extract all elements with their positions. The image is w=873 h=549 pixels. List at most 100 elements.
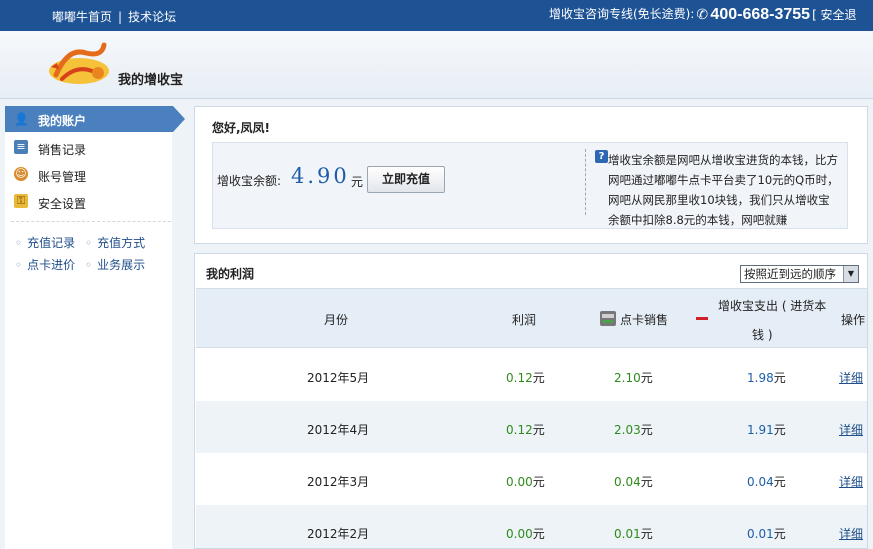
column-header-action: 操作 bbox=[841, 313, 866, 327]
cell-unit: 元 bbox=[640, 475, 653, 489]
sidebar: 👤 我的账户 ≡ 销售记录 ☺ 账号管理 ⚿ 安全设置 ◦ 充值记录 ◦ 充值方式 … bbox=[5, 106, 185, 549]
bullet-icon: ◦ bbox=[85, 236, 93, 250]
profit-title: 我的利润 bbox=[206, 267, 255, 281]
sidebar-item-label: 安全设置 bbox=[38, 197, 87, 211]
table-row: 2012年2月 0.00元 0.01元 0.01元 详细 bbox=[196, 505, 867, 548]
zengshoubao-logo bbox=[49, 42, 109, 84]
sidebar-item-account-manage[interactable]: ☺ 账号管理 bbox=[5, 163, 172, 187]
cell-month: 2012年5月 bbox=[307, 371, 370, 385]
cell-expense: 0.04 bbox=[747, 475, 774, 489]
column-header-card-sales: 点卡销售 bbox=[620, 313, 669, 327]
page-header: 我的增收宝 bbox=[0, 31, 873, 99]
cell-sales: 0.04 bbox=[614, 475, 641, 489]
bullet-icon: ◦ bbox=[15, 236, 23, 250]
table-row: 2012年3月 0.00元 0.04元 0.04元 详细 bbox=[196, 453, 867, 505]
security-settings-icon: ⚿ bbox=[14, 194, 28, 208]
cell-unit: 元 bbox=[773, 475, 786, 489]
cell-profit: 0.00 bbox=[506, 475, 533, 489]
sales-record-icon: ≡ bbox=[14, 140, 28, 154]
cell-unit: 元 bbox=[532, 527, 545, 541]
cell-unit: 元 bbox=[640, 371, 653, 385]
cell-profit: 0.00 bbox=[506, 527, 533, 541]
sidebar-link-label: 业务展示 bbox=[97, 258, 146, 272]
cell-expense: 1.91 bbox=[747, 423, 774, 437]
sidebar-link-label: 点卡进价 bbox=[27, 258, 76, 272]
nav-separator: | bbox=[118, 10, 123, 24]
balance-unit: 元 bbox=[351, 175, 364, 189]
sort-order-value: 按照近到远的顺序 bbox=[744, 267, 836, 281]
cell-unit: 元 bbox=[532, 371, 545, 385]
sidebar-link-card-price[interactable]: ◦ 点卡进价 bbox=[15, 256, 75, 273]
sidebar-item-label: 账号管理 bbox=[38, 170, 87, 184]
cell-profit: 0.12 bbox=[506, 371, 533, 385]
cash-register-icon bbox=[600, 311, 616, 326]
sidebar-link-label: 充值方式 bbox=[97, 236, 146, 250]
cell-month: 2012年3月 bbox=[307, 475, 370, 489]
cell-profit: 0.12 bbox=[506, 423, 533, 437]
cell-month: 2012年2月 bbox=[307, 527, 370, 541]
chevron-down-icon: ▼ bbox=[843, 266, 858, 282]
sidebar-item-label: 销售记录 bbox=[38, 143, 87, 157]
sidebar-item-security-settings[interactable]: ⚿ 安全设置 bbox=[5, 190, 172, 214]
sort-order-select[interactable]: 按照近到远的顺序 ▼ bbox=[740, 265, 859, 283]
minus-icon bbox=[696, 317, 708, 320]
sidebar-item-my-account[interactable]: 👤 我的账户 bbox=[5, 106, 185, 132]
sidebar-link-business-display[interactable]: ◦ 业务展示 bbox=[85, 256, 145, 273]
profit-panel: 我的利润 按照近到远的顺序 ▼ 月份 利润 点卡销售 增收宝支出 ( 进货本 钱… bbox=[194, 253, 868, 549]
sidebar-item-label: 我的账户 bbox=[38, 114, 87, 128]
cell-expense: 0.01 bbox=[747, 527, 774, 541]
active-item-background bbox=[5, 106, 173, 132]
detail-link[interactable]: 详细 bbox=[839, 473, 863, 490]
user-icon: 👤 bbox=[14, 112, 29, 126]
detail-link[interactable]: 详细 bbox=[839, 525, 863, 542]
cell-month: 2012年4月 bbox=[307, 423, 370, 437]
table-row: 2012年4月 0.12元 2.03元 1.91元 详细 bbox=[196, 401, 867, 453]
cell-unit: 元 bbox=[773, 527, 786, 541]
recharge-button[interactable]: 立即充值 bbox=[367, 166, 445, 193]
home-link[interactable]: 嘟嘟牛首页 bbox=[52, 10, 112, 24]
phone-icon: ✆ bbox=[696, 7, 709, 23]
greeting-text: 您好,凤凤! bbox=[212, 121, 271, 135]
column-header-profit: 利润 bbox=[512, 313, 537, 327]
account-summary-panel: 您好,凤凤! 增收宝余额: 4.90 元 立即充值 ? 增收宝余额是网吧从增收宝… bbox=[194, 106, 868, 244]
sidebar-link-recharge-method[interactable]: ◦ 充值方式 bbox=[85, 234, 145, 251]
column-header-expense-cont: 钱 ) bbox=[752, 328, 773, 342]
info-separator bbox=[585, 149, 586, 215]
column-header-month: 月份 bbox=[324, 313, 349, 327]
detail-link[interactable]: 详细 bbox=[839, 421, 863, 438]
cell-unit: 元 bbox=[640, 527, 653, 541]
cell-unit: 元 bbox=[773, 423, 786, 437]
top-bar: 嘟嘟牛首页 | 技术论坛 增收宝咨询专线(免长途费): ✆ 400-668-3755[ … bbox=[0, 0, 873, 31]
detail-link[interactable]: 详细 bbox=[839, 369, 863, 386]
active-item-arrow bbox=[173, 106, 185, 132]
profit-table-header: 月份 利润 点卡销售 增收宝支出 ( 进货本 钱 ) 操作 bbox=[196, 288, 867, 348]
cell-unit: 元 bbox=[773, 371, 786, 385]
hotline-number: 400-668-3755 bbox=[710, 6, 811, 23]
sidebar-divider bbox=[11, 221, 171, 222]
forum-link[interactable]: 技术论坛 bbox=[128, 10, 176, 24]
column-header-expense: 增收宝支出 ( 进货本 bbox=[718, 299, 827, 313]
cell-unit: 元 bbox=[532, 475, 545, 489]
balance-box: 增收宝余额: 4.90 元 立即充值 ? 增收宝余额是网吧从增收宝进货的本钱，比… bbox=[212, 142, 848, 229]
cell-unit: 元 bbox=[640, 423, 653, 437]
bullet-icon: ◦ bbox=[15, 258, 23, 272]
cell-sales: 2.03 bbox=[614, 423, 641, 437]
balance-label: 增收宝余额: bbox=[217, 174, 282, 188]
account-manage-icon: ☺ bbox=[14, 167, 28, 181]
table-row: 2012年5月 0.12元 2.10元 1.98元 详细 bbox=[196, 349, 867, 401]
balance-amount: 4.90 bbox=[291, 164, 350, 188]
hotline: 增收宝咨询专线(免长途费): ✆ 400-668-3755[ 安全退 bbox=[549, 6, 857, 24]
cell-sales: 2.10 bbox=[614, 371, 641, 385]
balance-info-text: 增收宝余额是网吧从增收宝进货的本钱，比方网吧通过嘟嘟牛点卡平台卖了10元的Q币时… bbox=[608, 153, 839, 227]
cell-unit: 元 bbox=[532, 423, 545, 437]
top-nav: 嘟嘟牛首页 | 技术论坛 bbox=[52, 8, 176, 25]
hotline-label: 增收宝咨询专线(免长途费): bbox=[549, 7, 695, 21]
sidebar-link-recharge-record[interactable]: ◦ 充值记录 bbox=[15, 234, 75, 251]
bullet-icon: ◦ bbox=[85, 258, 93, 272]
sidebar-link-label: 充值记录 bbox=[27, 236, 76, 250]
site-name: 我的增收宝 bbox=[118, 73, 184, 88]
help-icon: ? bbox=[595, 150, 608, 163]
sidebar-item-sales-record[interactable]: ≡ 销售记录 bbox=[5, 136, 172, 160]
logout-link[interactable]: [ 安全退 bbox=[812, 8, 857, 22]
cell-expense: 1.98 bbox=[747, 371, 774, 385]
